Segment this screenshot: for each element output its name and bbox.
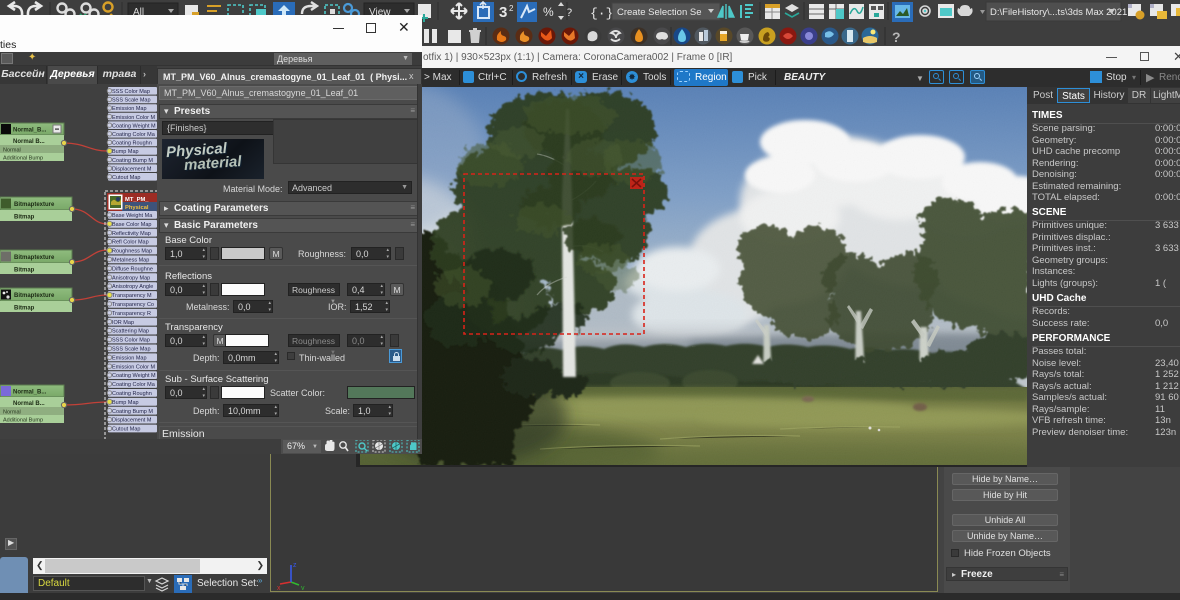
svg-text:Transparency Co: Transparency Co	[112, 302, 154, 308]
svg-text:SSS Scale Map: SSS Scale Map	[112, 98, 151, 104]
svg-text:Cutout Map: Cutout Map	[112, 175, 140, 181]
svg-text:Emission Color M: Emission Color M	[112, 115, 156, 121]
svg-text:Cutout Map: Cutout Map	[112, 427, 140, 433]
svg-text:y: y	[301, 585, 305, 590]
svg-text:Coating Bump M: Coating Bump M	[112, 409, 153, 415]
svg-text:?: ?	[892, 29, 901, 45]
svg-text:Displacement M: Displacement M	[112, 166, 152, 172]
svg-text:SSS Scale Map: SSS Scale Map	[112, 347, 151, 353]
svg-text:Anisotropy Map: Anisotropy Map	[112, 275, 150, 281]
svg-text:Additional Bump: Additional Bump	[3, 156, 43, 162]
svg-text:Emission Map: Emission Map	[112, 106, 147, 112]
svg-text:Coating Bump M: Coating Bump M	[112, 158, 153, 164]
svg-text:IOR Map: IOR Map	[112, 320, 134, 326]
svg-text:Normal_B...: Normal_B...	[13, 390, 47, 396]
svg-text:Bitmaptexture: Bitmaptexture	[14, 255, 55, 261]
svg-text:Bitmaptexture: Bitmaptexture	[14, 293, 55, 299]
svg-text:Diffuse Roughne: Diffuse Roughne	[112, 266, 153, 272]
svg-text:D:\FileHistory\...ts\3ds Max 2: D:\FileHistory\...ts\3ds Max 2021	[990, 7, 1127, 18]
svg-text:Emission Color M: Emission Color M	[112, 364, 156, 370]
svg-text:Metalness Map: Metalness Map	[112, 258, 149, 264]
svg-text:Transparency M: Transparency M	[112, 293, 152, 299]
svg-text:Displacement M: Displacement M	[112, 418, 152, 424]
svg-text:Bitmap: Bitmap	[14, 306, 35, 312]
svg-text:%: %	[543, 5, 554, 19]
svg-text:Reflectivity Map: Reflectivity Map	[112, 231, 151, 237]
svg-text:Coating Weight M: Coating Weight M	[112, 123, 156, 129]
svg-text:Scattering Map: Scattering Map	[112, 329, 149, 335]
svg-text:Base Color Map: Base Color Map	[112, 222, 151, 228]
svg-text:Additional Bump: Additional Bump	[3, 418, 43, 424]
svg-text:Coating Color Ma: Coating Color Ma	[112, 132, 156, 138]
svg-text:Physical: Physical	[125, 205, 149, 211]
svg-text:2: 2	[509, 4, 514, 13]
svg-text:Coating Roughn: Coating Roughn	[112, 391, 152, 397]
svg-text:Coating Roughn: Coating Roughn	[112, 141, 152, 147]
svg-text:Roughness Map: Roughness Map	[112, 249, 152, 255]
svg-text:Bump Map: Bump Map	[112, 149, 139, 155]
svg-text:SSS Color Map: SSS Color Map	[112, 89, 150, 95]
svg-text:Bitmap: Bitmap	[14, 215, 35, 221]
svg-text:Bitmaptexture: Bitmaptexture	[14, 202, 55, 208]
svg-text:Bump Map: Bump Map	[112, 400, 139, 406]
svg-text:Refl Color Map: Refl Color Map	[112, 240, 149, 246]
svg-text:Bitmap: Bitmap	[14, 268, 35, 274]
svg-text:Base Weight Ma: Base Weight Ma	[112, 213, 153, 219]
svg-text:{·}: {·}	[590, 6, 613, 21]
svg-text:Normal_B...: Normal_B...	[13, 128, 47, 134]
svg-text:Anisotropy Angle: Anisotropy Angle	[112, 284, 153, 290]
svg-text:3: 3	[499, 4, 507, 21]
svg-text:Coating Color Ma: Coating Color Ma	[112, 382, 156, 388]
svg-text:x: x	[277, 585, 281, 590]
svg-text:Create Selection Se: Create Selection Se	[617, 7, 702, 18]
svg-text:z: z	[293, 562, 297, 569]
svg-text:Transparency R: Transparency R	[112, 311, 151, 317]
svg-text:Emission Map: Emission Map	[112, 355, 147, 361]
svg-text:SSS Color Map: SSS Color Map	[112, 338, 150, 344]
svg-text:Coating Weight M: Coating Weight M	[112, 373, 156, 379]
svg-text:Normal B...: Normal B...	[13, 139, 45, 145]
svg-text:MT_PM_: MT_PM_	[125, 197, 149, 203]
svg-text:Normal: Normal	[3, 148, 21, 154]
svg-text:Normal: Normal	[3, 410, 21, 416]
svg-text:Normal B...: Normal B...	[13, 401, 45, 407]
